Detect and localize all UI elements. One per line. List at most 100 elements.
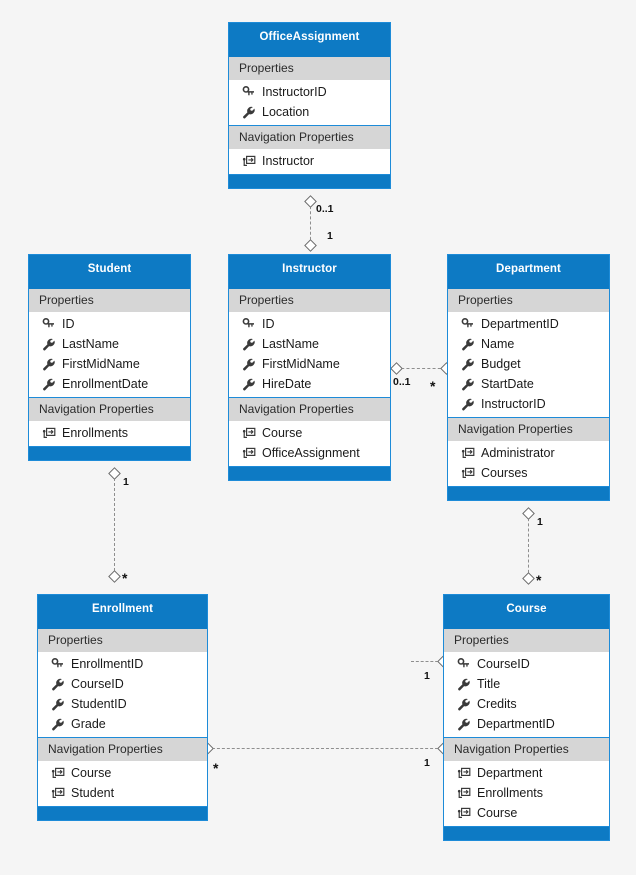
property-row[interactable]: DepartmentID (448, 314, 609, 334)
entity-office-assignment[interactable]: OfficeAssignment Properties InstructorID… (228, 22, 391, 189)
property-name: Location (262, 105, 310, 119)
property-name: DepartmentID (481, 317, 559, 331)
property-row[interactable]: EnrollmentDate (29, 374, 190, 394)
property-name: Grade (71, 717, 106, 731)
navigation-property-name: Course (477, 806, 518, 820)
navigation-property-name: OfficeAssignment (262, 446, 360, 460)
property-row[interactable]: Grade (38, 714, 207, 734)
section-header-navigation-properties: Navigation Properties (448, 417, 609, 441)
property-row[interactable]: ID (229, 314, 390, 334)
property-row[interactable]: Title (444, 674, 609, 694)
property-row[interactable]: LastName (229, 334, 390, 354)
property-name: InstructorID (262, 85, 327, 99)
navigation-property-row[interactable]: Department (444, 763, 609, 783)
navigation-property-icon (456, 766, 472, 781)
entity-student[interactable]: Student Properties ID LastName FirstMidN… (28, 254, 191, 461)
connector-enrollment-course[interactable] (207, 748, 443, 749)
property-row[interactable]: CourseID (444, 654, 609, 674)
multiplicity-label: 0..1 (393, 376, 411, 388)
property-row[interactable]: EnrollmentID (38, 654, 207, 674)
navigation-property-name: Student (71, 786, 115, 800)
navigation-property-name: Instructor (262, 154, 315, 168)
wrench-icon (241, 337, 257, 352)
property-row[interactable]: ID (29, 314, 190, 334)
entity-instructor[interactable]: Instructor Properties ID LastName FirstM… (228, 254, 391, 481)
connector-endpoint-diamond (522, 507, 535, 520)
navigation-property-icon (41, 426, 57, 441)
wrench-icon (41, 377, 57, 392)
wrench-icon (50, 717, 66, 732)
section-header-navigation-properties: Navigation Properties (229, 397, 390, 421)
multiplicity-label: 1 (327, 230, 333, 242)
wrench-icon (460, 337, 476, 352)
connector-instructor-department[interactable] (396, 368, 446, 369)
navigation-property-row[interactable]: Courses (448, 463, 609, 483)
navigation-property-name: Enrollments (62, 426, 128, 440)
connector-endpoint-diamond (304, 239, 317, 252)
navigation-property-name: Enrollments (477, 786, 543, 800)
navigation-property-row[interactable]: Instructor (229, 151, 390, 171)
navigation-property-name: Courses (481, 466, 528, 480)
property-row[interactable]: DepartmentID (444, 714, 609, 734)
property-name: Credits (477, 697, 517, 711)
wrench-icon (241, 377, 257, 392)
property-row[interactable]: InstructorID (448, 394, 609, 414)
navigation-property-icon (50, 766, 66, 781)
key-icon (241, 317, 257, 332)
multiplicity-label: * (122, 570, 128, 586)
entity-footer (229, 466, 390, 480)
navigation-property-icon (241, 426, 257, 441)
connector-endpoint-diamond (108, 570, 121, 583)
property-row[interactable]: Name (448, 334, 609, 354)
property-name: FirstMidName (62, 357, 140, 371)
entity-title: Student (29, 255, 190, 289)
navigation-property-row[interactable]: OfficeAssignment (229, 443, 390, 463)
navigation-property-row[interactable]: Student (38, 783, 207, 803)
property-row[interactable]: HireDate (229, 374, 390, 394)
property-row[interactable]: FirstMidName (29, 354, 190, 374)
property-name: InstructorID (481, 397, 546, 411)
entity-title: Department (448, 255, 609, 289)
property-row[interactable]: Credits (444, 694, 609, 714)
navigation-property-list: Department Enrollments Course (444, 761, 609, 826)
navigation-property-icon (460, 466, 476, 481)
property-name: LastName (262, 337, 319, 351)
property-name: Title (477, 677, 501, 691)
navigation-property-row[interactable]: Administrator (448, 443, 609, 463)
connector-student-enrollment[interactable] (114, 473, 115, 576)
navigation-property-list: Course Student (38, 761, 207, 806)
entity-department[interactable]: Department Properties DepartmentID Name … (447, 254, 610, 501)
property-row[interactable]: StartDate (448, 374, 609, 394)
property-row[interactable]: LastName (29, 334, 190, 354)
property-name: StartDate (481, 377, 534, 391)
section-header-properties: Properties (444, 629, 609, 652)
property-row[interactable]: InstructorID (229, 82, 390, 102)
navigation-property-list: Course OfficeAssignment (229, 421, 390, 466)
property-row[interactable]: StudentID (38, 694, 207, 714)
property-row[interactable]: Budget (448, 354, 609, 374)
property-list: CourseID Title Credits DepartmentID (444, 652, 609, 737)
property-name: FirstMidName (262, 357, 340, 371)
diagram-canvas[interactable]: 0..1 1 0..1 * 1 * 1 * * 1 1 OfficeAssign… (0, 0, 636, 875)
property-row[interactable]: FirstMidName (229, 354, 390, 374)
key-icon (241, 85, 257, 100)
navigation-property-row[interactable]: Course (229, 423, 390, 443)
section-header-navigation-properties: Navigation Properties (38, 737, 207, 761)
navigation-property-row[interactable]: Course (444, 803, 609, 823)
navigation-property-row[interactable]: Course (38, 763, 207, 783)
property-row[interactable]: CourseID (38, 674, 207, 694)
property-list: InstructorID Location (229, 80, 390, 125)
entity-enrollment[interactable]: Enrollment Properties EnrollmentID Cours… (37, 594, 208, 821)
navigation-property-row[interactable]: Enrollments (444, 783, 609, 803)
multiplicity-label: 0..1 (316, 203, 334, 215)
property-row[interactable]: Location (229, 102, 390, 122)
navigation-property-icon (460, 446, 476, 461)
section-header-navigation-properties: Navigation Properties (444, 737, 609, 761)
connector-department-course[interactable] (528, 513, 529, 578)
entity-title: Course (444, 595, 609, 629)
navigation-property-row[interactable]: Enrollments (29, 423, 190, 443)
section-header-properties: Properties (29, 289, 190, 312)
entity-course[interactable]: Course Properties CourseID Title Credits (443, 594, 610, 841)
section-header-properties: Properties (38, 629, 207, 652)
navigation-property-icon (50, 786, 66, 801)
